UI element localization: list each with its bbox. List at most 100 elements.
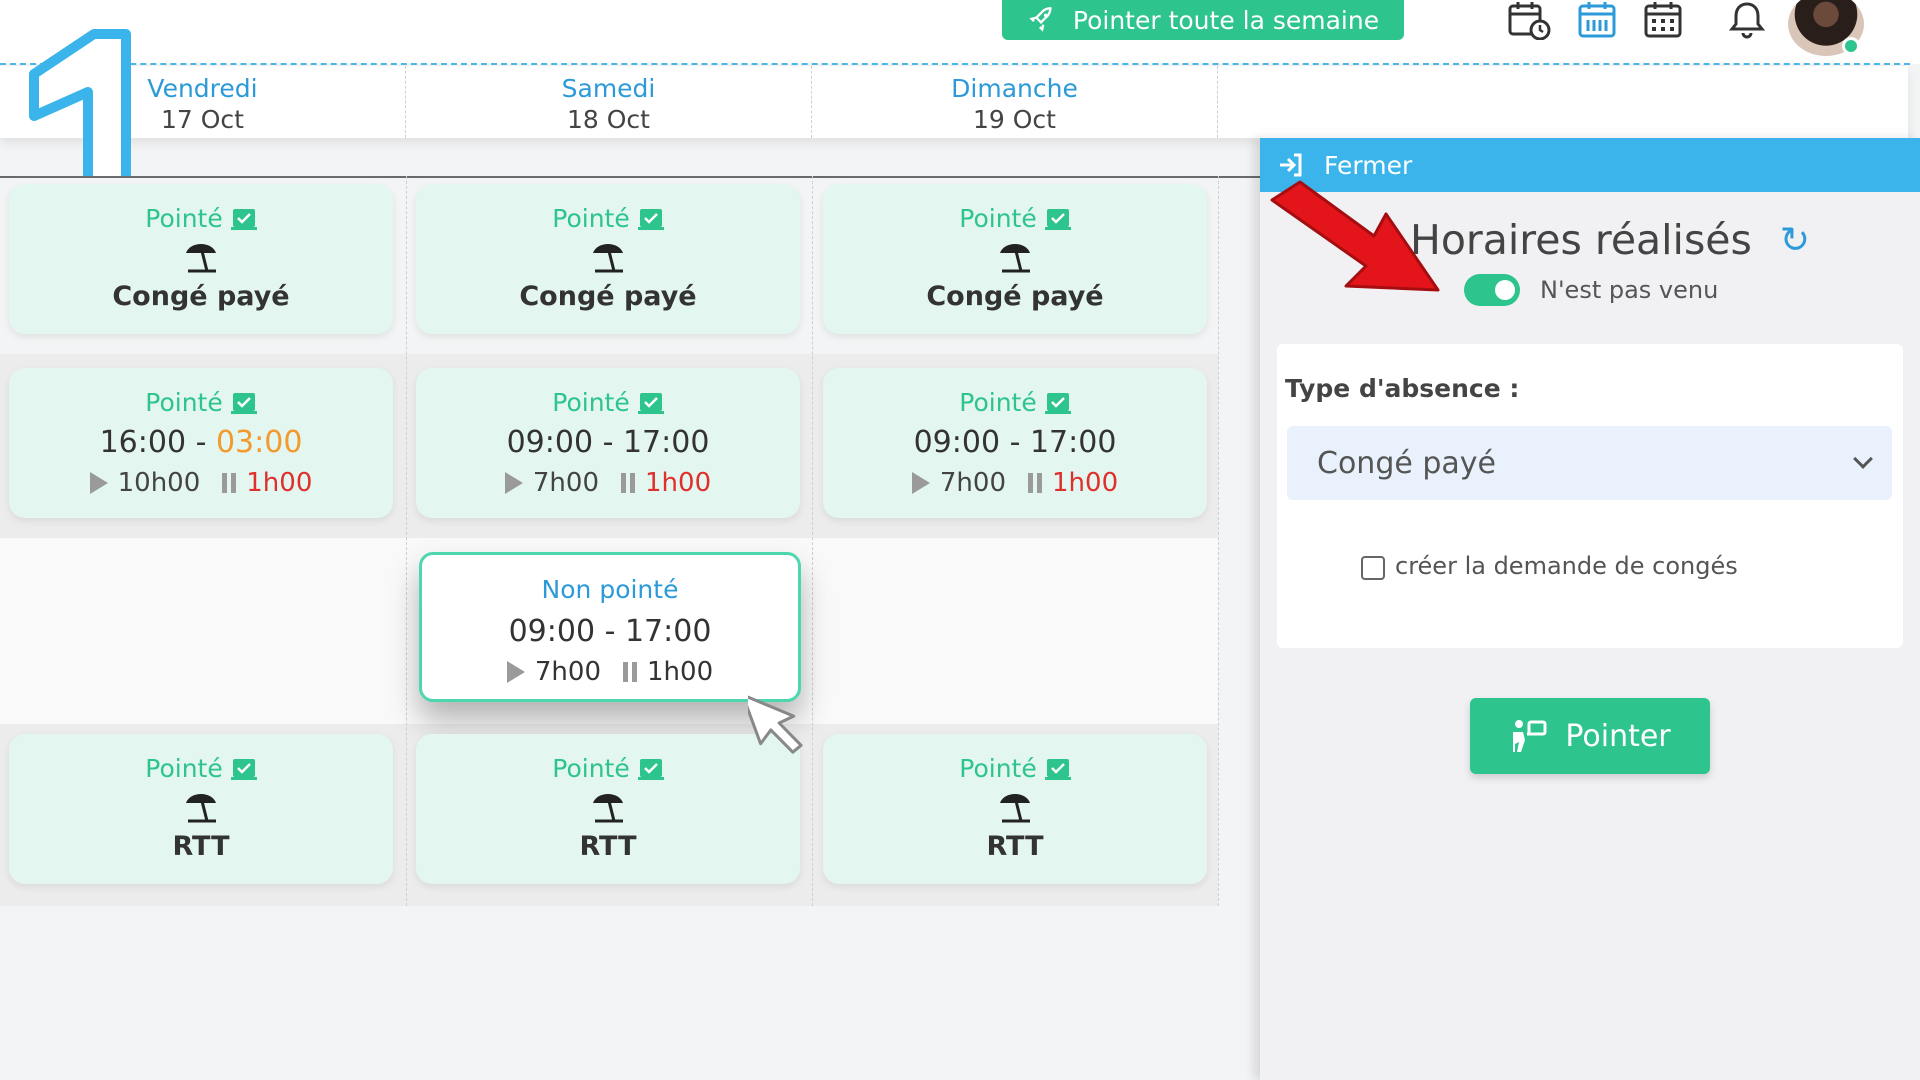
play-icon [911, 472, 930, 494]
shift-time-range: 09:00 - 17:00 [416, 425, 800, 460]
day-date: 19 Oct [973, 105, 1056, 134]
beach-umbrella-icon [593, 244, 623, 273]
card-leave-label: Congé payé [112, 281, 290, 312]
card-rtt-label: RTT [579, 831, 637, 862]
step-number-text: 1 [22, 24, 23, 25]
shift-end: 17:00 [622, 425, 710, 460]
pause-icon [621, 473, 635, 493]
top-bar [0, 0, 1920, 65]
pause-duration: 1h00 [647, 657, 714, 687]
shift-card-unpointed[interactable]: Non pointé 09:00 - 17:00 7h00 1h00 [419, 552, 801, 702]
shift-time-range: 16:00 - 03:00 [9, 425, 393, 460]
beach-umbrella-icon [186, 244, 216, 273]
card-status: Pointé [552, 754, 630, 783]
column-divider [1218, 176, 1219, 906]
day-column-header-saturday[interactable]: Samedi 18 Oct [406, 66, 812, 138]
shift-start: 09:00 [506, 425, 594, 460]
card-status: Pointé [552, 204, 630, 233]
create-leave-request-checkbox[interactable] [1361, 556, 1385, 580]
pause-icon [1028, 473, 1042, 493]
shift-separator: - [186, 425, 216, 460]
shift-end-late: 03:00 [215, 425, 303, 460]
absence-type-select[interactable]: Congé payé [1287, 426, 1892, 500]
beach-umbrella-icon [186, 794, 216, 823]
play-icon [504, 472, 523, 494]
worked-duration: 7h00 [532, 468, 599, 498]
pause-duration: 1h00 [246, 468, 313, 498]
shift-end: 17:00 [1029, 425, 1117, 460]
checked-clock-icon [1044, 758, 1071, 780]
calendar-month-icon[interactable] [1640, 0, 1686, 40]
top-bar-divider [0, 63, 1910, 65]
shift-card-rtt[interactable]: Pointé RTT [9, 734, 393, 884]
refresh-icon[interactable]: ↻ [1780, 220, 1810, 261]
bell-icon[interactable] [1724, 0, 1770, 40]
card-status: Pointé [552, 388, 630, 417]
panel-title-text: Horaires réalisés [1410, 216, 1752, 264]
shift-time-range: 09:00 - 17:00 [508, 614, 712, 649]
shift-time-range: 09:00 - 17:00 [823, 425, 1207, 460]
pause-icon [623, 662, 637, 682]
shift-card-worked[interactable]: Pointé 16:00 - 03:00 10h00 1h00 [9, 368, 393, 518]
day-name: Samedi [561, 74, 656, 103]
checked-clock-icon [637, 758, 664, 780]
beach-umbrella-icon [593, 794, 623, 823]
shift-card-rtt[interactable]: Pointé RTT [823, 734, 1207, 884]
absence-type-label: Type d'absence : [1285, 374, 1520, 403]
shift-card-worked[interactable]: Pointé 09:00 - 17:00 7h00 1h00 [416, 368, 800, 518]
card-rtt-label: RTT [986, 831, 1044, 862]
pause-duration: 1h00 [645, 468, 712, 498]
chevron-down-icon [1853, 449, 1873, 469]
checked-clock-icon [637, 208, 664, 230]
shift-card-leave[interactable]: Pointé Congé payé [823, 184, 1207, 334]
rocket-icon [1029, 7, 1052, 32]
absent-toggle-label: N'est pas venu [1540, 276, 1719, 304]
card-rtt-label: RTT [172, 831, 230, 862]
checked-clock-icon [230, 208, 257, 230]
checked-clock-icon [1044, 208, 1071, 230]
absent-toggle[interactable] [1464, 274, 1520, 306]
worked-duration: 7h00 [939, 468, 1006, 498]
pause-icon [222, 473, 237, 493]
calendar-week-icon[interactable] [1574, 0, 1620, 40]
card-status: Pointé [145, 204, 223, 233]
play-icon [506, 661, 525, 683]
card-status: Pointé [145, 754, 223, 783]
card-status: Pointé [959, 388, 1037, 417]
shift-start: 16:00 [99, 425, 187, 460]
worked-duration: 7h00 [534, 657, 601, 687]
create-leave-request-label[interactable]: créer la demande de congés [1395, 552, 1738, 580]
calendar-clock-icon[interactable] [1506, 0, 1552, 40]
play-icon [89, 472, 108, 494]
clock-in-icon [1513, 720, 1547, 752]
shift-separator: - [1000, 425, 1030, 460]
day-name: Dimanche [951, 74, 1078, 103]
card-leave-label: Congé payé [926, 281, 1104, 312]
beach-umbrella-icon [1000, 794, 1030, 823]
day-column-header-sunday[interactable]: Dimanche 19 Oct [812, 66, 1218, 138]
point-whole-week-button[interactable]: Pointer toute la semaine [1002, 0, 1404, 40]
absence-form: Type d'absence : Congé payé créer la dem… [1277, 344, 1903, 648]
shift-card-leave[interactable]: Pointé Congé payé [9, 184, 393, 334]
card-status: Pointé [959, 754, 1037, 783]
mouse-cursor-icon [748, 693, 803, 754]
checked-clock-icon [1044, 392, 1071, 414]
card-status: Non pointé [541, 575, 679, 604]
online-status-dot [1842, 37, 1860, 55]
point-whole-week-label: Pointer toute la semaine [1072, 5, 1380, 35]
pause-duration: 1h00 [1052, 468, 1119, 498]
grid-top-border [0, 176, 1260, 178]
pointer-submit-button[interactable]: Pointer [1470, 698, 1710, 774]
checked-clock-icon [637, 392, 664, 414]
column-divider [812, 176, 813, 906]
day-date: 18 Oct [567, 105, 650, 134]
card-leave-label: Congé payé [519, 281, 697, 312]
shift-card-leave[interactable]: Pointé Congé payé [416, 184, 800, 334]
shift-card-rtt[interactable]: Pointé RTT [416, 734, 800, 884]
checked-clock-icon [230, 392, 257, 414]
card-status: Pointé [145, 388, 223, 417]
checked-clock-icon [230, 758, 257, 780]
pointer-submit-label: Pointer [1565, 718, 1671, 754]
shift-card-worked[interactable]: Pointé 09:00 - 17:00 7h00 1h00 [823, 368, 1207, 518]
beach-umbrella-icon [1000, 244, 1030, 273]
